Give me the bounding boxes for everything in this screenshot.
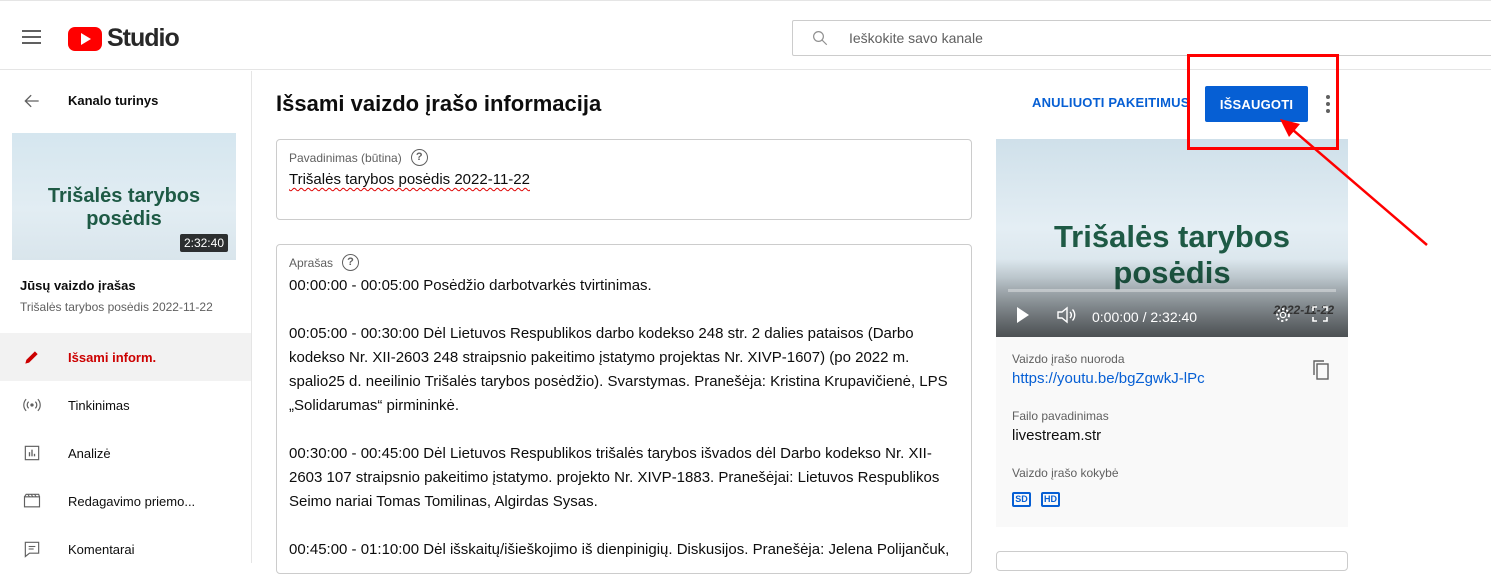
sidebar-item-label: Išsami inform. xyxy=(68,349,157,365)
video-link-label: Vaizdo įrašo nuoroda xyxy=(1012,352,1125,366)
sidebar-item-label: Komentarai xyxy=(68,541,135,557)
volume-icon[interactable] xyxy=(1056,306,1078,324)
copy-icon[interactable] xyxy=(1312,359,1330,381)
sidebar-item-editor[interactable]: Redagavimo priemo... xyxy=(0,477,251,525)
sidebar-item-analytics[interactable]: Analizė xyxy=(0,429,251,477)
description-paragraph: 00:05:00 - 00:30:00 Dėl Lietuvos Respubl… xyxy=(289,325,948,414)
sidebar-item-comments[interactable]: Komentarai xyxy=(0,525,251,573)
filename-label: Failo pavadinimas xyxy=(1012,409,1109,423)
description-paragraph: 00:30:00 - 00:45:00 Dėl Lietuvos Respubl… xyxy=(289,445,940,510)
description-field[interactable]: Aprašas ? 00:00:00 - 00:05:00 Posėdžio d… xyxy=(276,244,972,574)
timecode: 0:00:00 / 2:32:40 xyxy=(1092,309,1198,325)
sidebar-video-title: Trišalės tarybos posėdis 2022-11-22 xyxy=(20,300,213,314)
title-input[interactable]: Trišalės tarybos posėdis 2022-11-22 xyxy=(289,171,530,188)
quality-section: Vaizdo įrašo kokybė xyxy=(1012,466,1119,480)
thumbnail-duration: 2:32:40 xyxy=(179,234,228,252)
sidebar-item-label: Analizė xyxy=(68,445,111,461)
hamburger-menu-icon[interactable] xyxy=(22,30,41,44)
youtube-play-icon xyxy=(68,26,102,51)
sd-badge: SD xyxy=(1012,492,1031,507)
title-field-label: Pavadinimas (būtina) ? xyxy=(289,149,428,166)
studio-logo[interactable]: Studio xyxy=(68,24,180,53)
sidebar: Kanalo turinys Trišalės tarybos posėdis … xyxy=(0,71,252,563)
description-paragraph: 00:00:00 - 00:05:00 Posėdžio darbotvarkė… xyxy=(289,277,652,294)
hd-badge: HD xyxy=(1041,492,1060,507)
video-link-section: Vaizdo įrašo nuoroda https://youtu.be/bg… xyxy=(1012,352,1205,387)
description-field-label: Aprašas ? xyxy=(289,254,360,271)
back-arrow-icon[interactable] xyxy=(22,91,42,111)
help-icon[interactable]: ? xyxy=(342,254,360,271)
sidebar-item-label: Tinkinimas xyxy=(68,397,130,413)
annotation-arrow xyxy=(1280,119,1428,246)
video-thumbnail[interactable]: Trišalės tarybos posėdis 2:32:40 xyxy=(12,133,236,260)
back-label: Kanalo turinys xyxy=(68,93,159,108)
video-link[interactable]: https://youtu.be/bgZgwkJ-lPc xyxy=(1012,370,1205,387)
title-field[interactable]: Pavadinimas (būtina) ? Trišalės tarybos … xyxy=(276,139,972,220)
search-icon[interactable] xyxy=(811,29,829,47)
description-paragraph: 00:45:00 - 01:10:00 Dėl išskaitų/išieško… xyxy=(289,541,950,558)
your-video-label: Jūsų vaizdo įrašas xyxy=(20,278,136,293)
search-input[interactable] xyxy=(849,21,1449,55)
undo-changes-button[interactable]: ANULIUOTI PAKEITIMUS xyxy=(1032,95,1190,110)
analytics-icon xyxy=(24,445,40,461)
fullscreen-icon[interactable] xyxy=(1312,306,1328,322)
sidebar-item-details[interactable]: Išsami inform. xyxy=(0,333,251,381)
description-textarea[interactable]: 00:00:00 - 00:05:00 Posėdžio darbotvarkė… xyxy=(289,274,961,586)
search-box[interactable] xyxy=(792,20,1491,56)
logo-text: Studio xyxy=(107,24,180,52)
quality-label: Vaizdo įrašo kokybė xyxy=(1012,466,1119,480)
quality-badges: SD HD xyxy=(1012,492,1060,507)
filename-value: livestream.str xyxy=(1012,427,1102,444)
thumbnail-title: Trišalės tarybos posėdis xyxy=(47,185,201,230)
broadcast-icon xyxy=(23,398,41,412)
progress-bar[interactable] xyxy=(1008,289,1336,292)
clapperboard-icon xyxy=(23,493,41,508)
filename-section: Failo pavadinimas livestream.str xyxy=(1012,409,1109,444)
help-icon[interactable]: ? xyxy=(410,149,428,166)
sidebar-item-customization[interactable]: Tinkinimas xyxy=(0,381,251,429)
pencil-icon xyxy=(25,351,38,364)
description-label-text: Aprašas xyxy=(289,255,334,270)
comment-icon xyxy=(24,541,40,558)
play-icon[interactable] xyxy=(1016,306,1030,324)
sidebar-item-label: Redagavimo priemo... xyxy=(68,493,196,509)
next-card xyxy=(996,551,1348,571)
gear-icon[interactable] xyxy=(1274,306,1292,324)
page-title: Išsami vaizdo įrašo informacija xyxy=(276,91,602,116)
title-label-text: Pavadinimas (būtina) xyxy=(289,150,402,165)
back-to-content[interactable]: Kanalo turinys xyxy=(0,71,251,131)
sidebar-nav: Išsami inform. Tinkinimas Analizė Redaga… xyxy=(0,333,251,573)
player-controls-gradient xyxy=(996,259,1348,337)
